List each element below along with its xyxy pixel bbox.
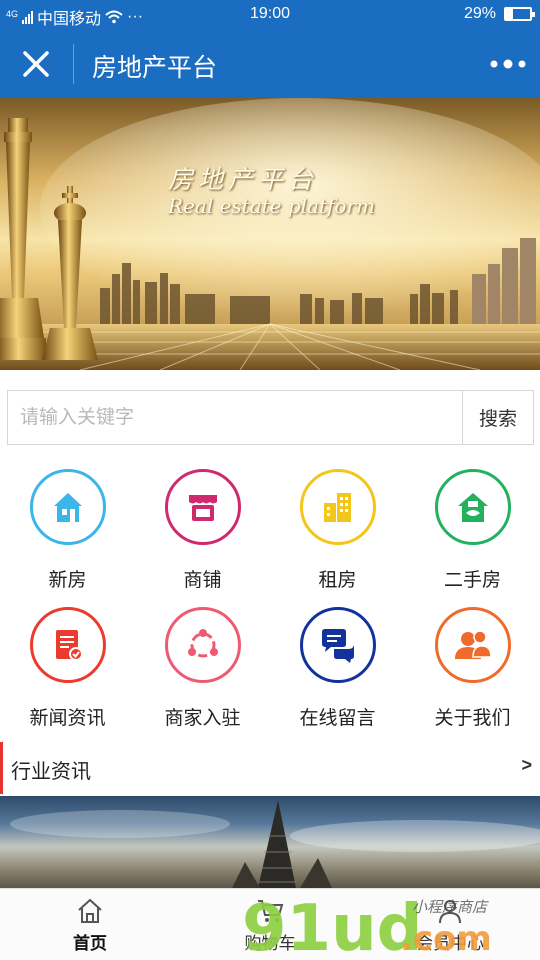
- grid-item-new-house[interactable]: 新房: [0, 465, 135, 595]
- home-icon: [78, 898, 102, 923]
- news-icon: [30, 607, 106, 683]
- battery-icon: [504, 7, 535, 21]
- more-button[interactable]: [488, 54, 528, 74]
- banner-title-en: Real estate platform: [168, 194, 375, 218]
- status-right: 29%: [463, 5, 535, 23]
- status-time: 19:00: [249, 5, 291, 22]
- grid-label: 租房: [318, 570, 357, 591]
- second-hand-house-icon: [435, 469, 511, 545]
- grid-label: 新房: [48, 570, 87, 591]
- watermark-tagline: 小程序商店: [412, 898, 489, 916]
- status-bar: 4G 中国移动 ··· 19:00 29%: [0, 0, 540, 30]
- banner-title-cn: 房地产平台: [168, 165, 319, 194]
- search-button[interactable]: 搜索: [462, 391, 533, 444]
- grid-label: 新闻资讯: [29, 708, 106, 729]
- chat-bubbles-icon: [300, 607, 376, 683]
- grid-item-about[interactable]: 关于我们: [405, 603, 540, 733]
- new-house-icon: [30, 469, 106, 545]
- chevron-right-icon: >: [521, 755, 532, 775]
- grid-label: 商家入驻: [164, 708, 241, 729]
- shop-icon: [165, 469, 241, 545]
- battery-fill: [506, 9, 513, 19]
- section-title: 行业资讯: [11, 761, 91, 783]
- watermark-suffix: .com: [400, 919, 492, 959]
- close-button[interactable]: [16, 44, 56, 84]
- page-title: 房地产平台: [92, 54, 218, 82]
- tab-home[interactable]: 首页: [0, 889, 180, 960]
- grid-label: 关于我们: [434, 708, 511, 729]
- grid-item-merchant[interactable]: 商家入驻: [135, 603, 270, 733]
- tower-illustration: [10, 800, 540, 888]
- battery-percent: 29%: [463, 5, 496, 22]
- about-us-icon: [435, 607, 511, 683]
- search-input[interactable]: [8, 391, 463, 444]
- news-image[interactable]: [0, 796, 540, 888]
- banner-illustration: [0, 98, 540, 370]
- rent-building-icon: [300, 469, 376, 545]
- grid-item-shop[interactable]: 商铺: [135, 465, 270, 595]
- more-dots-icon: [490, 59, 526, 69]
- banner[interactable]: 房地产平台 Real estate platform: [0, 98, 540, 370]
- grid-label: 在线留言: [299, 708, 376, 729]
- grid-item-second-hand[interactable]: 二手房: [405, 465, 540, 595]
- tab-label: 首页: [73, 934, 107, 953]
- watermark-main: 91ud: [242, 892, 422, 960]
- grid-item-rent[interactable]: 租房: [270, 465, 405, 595]
- search-box: 搜索: [7, 390, 534, 445]
- watermark-graphic: 91ud .com 小程序商店: [242, 892, 492, 960]
- grid-item-news[interactable]: 新闻资讯: [0, 603, 135, 733]
- merchant-join-icon: [165, 607, 241, 683]
- grid-item-message[interactable]: 在线留言: [270, 603, 405, 733]
- grid-label: 二手房: [443, 570, 501, 591]
- industry-news-header[interactable]: 行业资讯 >: [0, 742, 540, 794]
- title-separator: [73, 44, 74, 84]
- grid-label: 商铺: [183, 570, 222, 591]
- watermark-logo: 91ud .com 小程序商店: [242, 884, 540, 960]
- title-bar: 房地产平台: [0, 30, 540, 98]
- close-icon: [23, 51, 49, 77]
